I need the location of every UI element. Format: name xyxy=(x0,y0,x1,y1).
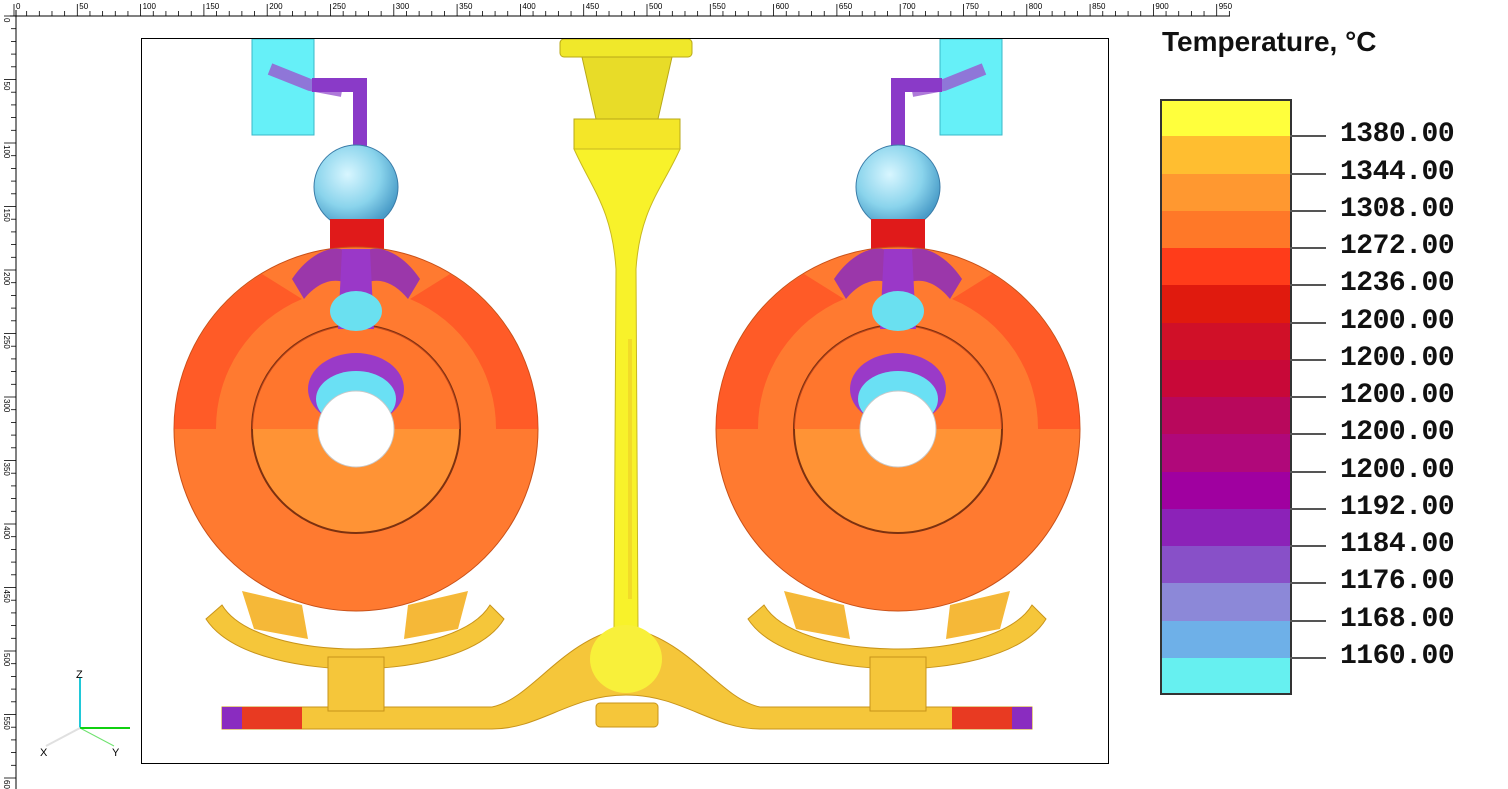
ruler-tick-label: 250 xyxy=(333,2,347,11)
ruler-tick-label: 200 xyxy=(2,272,11,286)
ruler-tick-label: 350 xyxy=(459,2,473,11)
ruler-tick-label: 400 xyxy=(522,2,536,11)
ruler-tick-label: 550 xyxy=(712,2,726,11)
legend-label: 1272.00 xyxy=(1340,231,1455,262)
legend-tick xyxy=(1290,619,1326,622)
color-swatch xyxy=(1160,99,1292,137)
color-swatch xyxy=(1160,359,1292,397)
legend-label: 1200.00 xyxy=(1340,342,1455,374)
ruler-tick-label: 600 xyxy=(776,2,790,11)
right-casting xyxy=(715,39,1081,712)
legend-label: 1176.00 xyxy=(1340,566,1455,598)
color-swatch xyxy=(1160,248,1292,286)
legend-label: 1200.00 xyxy=(1340,380,1455,411)
ruler-tick-label: 300 xyxy=(396,2,410,11)
z-axis-label: Z xyxy=(76,669,83,681)
ruler-tick-label: 500 xyxy=(2,653,11,667)
ruler-tick-label: 0 xyxy=(2,18,11,23)
ruler-tick-label: 350 xyxy=(2,463,11,477)
color-swatch xyxy=(1160,173,1292,211)
model-viewport[interactable] xyxy=(141,38,1109,764)
legend-tick xyxy=(1290,247,1326,249)
legend-tick xyxy=(1290,135,1326,138)
ruler-tick-label: 950 xyxy=(1219,2,1233,11)
legend-label: 1236.00 xyxy=(1340,268,1455,300)
ruler-tick-label: 200 xyxy=(269,2,283,11)
ruler-tick-label: 300 xyxy=(2,399,11,413)
legend-tick xyxy=(1290,470,1326,473)
ruler-tick-label: 450 xyxy=(2,590,11,604)
ruler-tick-label: 500 xyxy=(649,2,663,11)
left-ruler: 0 50 100 150 200 250 300 350 400 450 500 550 600 xyxy=(2,10,17,789)
legend-tick xyxy=(1290,656,1326,659)
ruler-tick-label: 150 xyxy=(2,209,11,223)
color-swatch xyxy=(1160,620,1292,658)
legend-tick xyxy=(1290,172,1326,175)
legend-tick xyxy=(1290,582,1326,585)
ruler-tick-label: 50 xyxy=(2,82,11,91)
top-ruler: 0 50 100 150 200 250 300 350 400 450 500 550 600 650 7… xyxy=(10,2,1233,17)
legend-tick xyxy=(1290,433,1326,436)
ruler-tick-label: 250 xyxy=(2,336,11,350)
legend-label: 1160.00 xyxy=(1340,640,1455,672)
ruler-tick-label: 400 xyxy=(2,526,11,540)
legend-title: Temperature, °C xyxy=(1162,26,1377,57)
sprue xyxy=(559,39,693,630)
casting-model xyxy=(173,39,1081,730)
axis-triad: Z X Y xyxy=(40,669,130,759)
ruler-tick-label: 550 xyxy=(2,717,11,731)
legend-tick xyxy=(1290,545,1326,547)
ruler-tick-label: 900 xyxy=(1155,2,1169,11)
legend-tick xyxy=(1290,358,1326,361)
ruler-tick-label: 450 xyxy=(586,2,600,11)
legend-label: 1200.00 xyxy=(1340,305,1455,337)
color-swatch xyxy=(1160,471,1292,509)
ruler-tick-label: 600 xyxy=(2,780,11,789)
color-swatch xyxy=(1160,285,1292,323)
color-swatch xyxy=(1160,434,1292,472)
ruler-tick-label: 700 xyxy=(902,2,916,11)
color-swatch xyxy=(1160,322,1292,360)
ruler-tick-label: 100 xyxy=(143,2,157,11)
color-scale xyxy=(1160,99,1292,695)
color-swatch xyxy=(1160,508,1292,546)
legend-tick xyxy=(1290,396,1326,398)
color-swatch xyxy=(1160,546,1292,584)
legend-tick xyxy=(1290,284,1326,287)
ruler-tick-label: 50 xyxy=(79,2,88,11)
color-swatch xyxy=(1160,397,1292,435)
left-casting xyxy=(173,39,539,712)
ruler-tick-label: 650 xyxy=(839,2,853,11)
ruler-tick-label: 100 xyxy=(2,145,11,159)
legend-label: 1380.00 xyxy=(1340,119,1455,151)
color-swatch xyxy=(1160,583,1292,621)
color-swatch xyxy=(1160,210,1292,248)
legend-label: 1200.00 xyxy=(1340,454,1455,486)
legend-label: 1184.00 xyxy=(1340,529,1455,560)
legend-label: 1168.00 xyxy=(1340,603,1455,635)
ruler-tick-label: 750 xyxy=(966,2,980,11)
ruler-tick-label: 850 xyxy=(1092,2,1106,11)
legend-tick xyxy=(1290,507,1326,510)
y-axis-label: Y xyxy=(112,747,120,759)
x-axis-label: X xyxy=(40,747,48,759)
legend-label: 1200.00 xyxy=(1340,417,1455,449)
color-swatch xyxy=(1160,657,1292,695)
ruler-tick-label: 800 xyxy=(1029,2,1043,11)
legend-tick xyxy=(1290,321,1326,324)
legend-tick xyxy=(1290,209,1326,212)
color-swatch xyxy=(1160,136,1292,174)
x-axis xyxy=(45,727,81,747)
legend-label: 1192.00 xyxy=(1340,491,1455,523)
legend-label: 1344.00 xyxy=(1340,156,1455,188)
ruler-tick-label: 150 xyxy=(206,2,220,11)
legend-label: 1308.00 xyxy=(1340,193,1455,225)
